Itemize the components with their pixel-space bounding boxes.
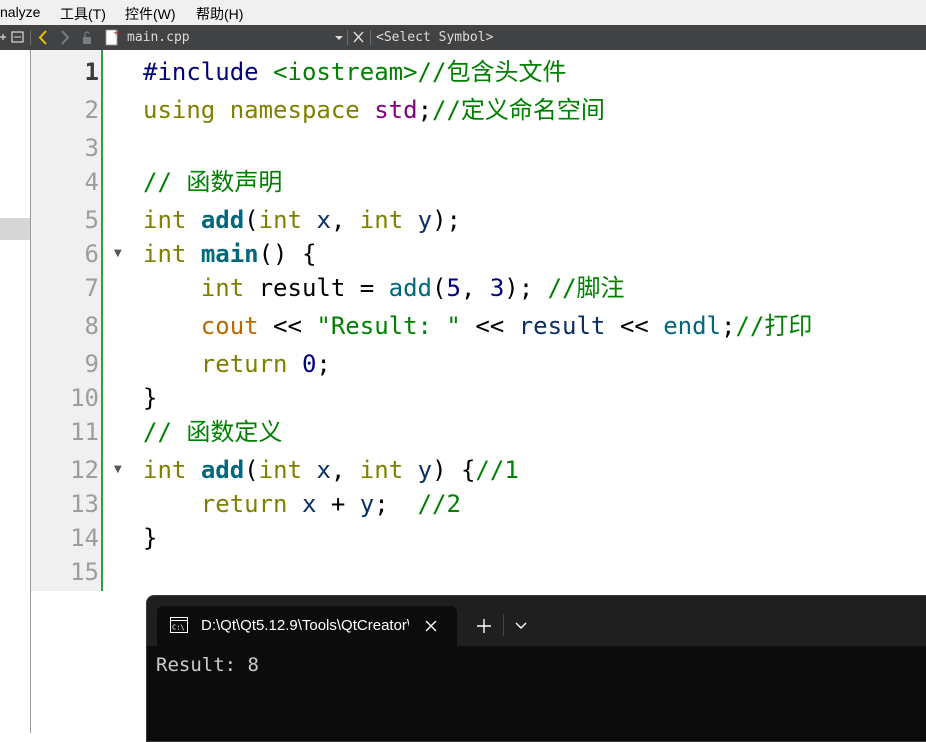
terminal-tab-strip: C:\ D:\Qt\Qt5.12.9\Tools\QtCreator\bin\q… [147,596,926,646]
menu-analyze[interactable]: nalyze [0,4,40,20]
line-number: 9 [84,350,99,378]
editor-toolbar: ++ main.cpp <Select Symbol> [0,25,926,50]
svg-text:++: ++ [113,29,122,37]
code-line-8: cout << "Result: " << result << endl;//打… [200,312,813,340]
code-line-5: int add(int x, int y); [143,206,461,234]
line-number: 8 [84,312,99,340]
code-line-4: // 函数声明 [143,168,283,196]
tab-dropdown-chevron-icon[interactable] [515,622,527,630]
code-line-12: int add(int x, int y) {//1 [143,456,519,484]
line-number: 5 [84,206,99,234]
line-number: 3 [84,134,99,162]
code-line-9: return 0; [200,350,331,378]
code-line-11: // 函数定义 [143,418,283,446]
fold-toggle-icon[interactable]: ▼ [114,237,122,271]
side-panel-selected-row[interactable] [0,218,30,240]
menu-tools[interactable]: 工具(T) [60,4,106,24]
open-file-name[interactable]: main.cpp [127,25,190,50]
back-arrow-icon[interactable] [36,25,50,50]
terminal-tab-title: D:\Qt\Qt5.12.9\Tools\QtCreator\bin\qtcre… [201,617,409,634]
menu-widgets[interactable]: 控件(W) [125,4,176,24]
tab-divider [503,614,504,636]
line-number: 1 [84,58,99,86]
line-number: 10 [70,384,99,412]
forward-arrow-icon[interactable] [58,25,72,50]
file-icon: ++ [104,25,125,50]
line-number: 6 [84,240,99,268]
terminal-window[interactable]: C:\ D:\Qt\Qt5.12.9\Tools\QtCreator\bin\q… [146,595,926,742]
split-icon[interactable] [0,25,8,50]
menu-help[interactable]: 帮助(H) [196,4,243,24]
line-number: 13 [70,490,99,518]
code-line-2: using namespace std;//定义命名空间 [143,96,605,124]
line-number: 11 [70,418,99,446]
line-number: 4 [84,168,99,196]
new-tab-plus-icon[interactable] [477,619,491,633]
svg-text:C:\: C:\ [172,624,185,632]
file-dropdown-chevron-icon[interactable] [333,25,345,50]
terminal-tab[interactable]: C:\ D:\Qt\Qt5.12.9\Tools\QtCreator\bin\q… [157,606,457,646]
code-line-6: int main() { [143,240,317,268]
code-line-14: } [143,524,158,552]
console-icon: C:\ [170,617,188,633]
code-line-13: return x + y; //2 [200,490,461,518]
line-number: 2 [84,96,99,124]
line-number: 15 [70,558,99,586]
code-line-7: int result = add(5, 3); //脚注 [200,274,625,302]
symbol-selector[interactable]: <Select Symbol> [376,25,493,50]
line-number: 14 [70,524,99,552]
lock-icon [80,25,94,50]
close-document-icon[interactable] [352,25,366,50]
line-number: 7 [84,274,99,302]
split-view-icon[interactable] [11,25,25,50]
code-line-1: #include <iostream>//包含头文件 [143,58,567,86]
line-number: 12 [70,456,99,484]
menu-bar: nalyze 工具(T) 控件(W) 帮助(H) [0,0,926,25]
code-line-10: } [143,384,158,412]
fold-toggle-icon[interactable]: ▼ [114,453,122,487]
terminal-output: Result: 8 [156,654,259,676]
close-tab-icon[interactable] [425,620,437,632]
side-panel [0,50,31,733]
